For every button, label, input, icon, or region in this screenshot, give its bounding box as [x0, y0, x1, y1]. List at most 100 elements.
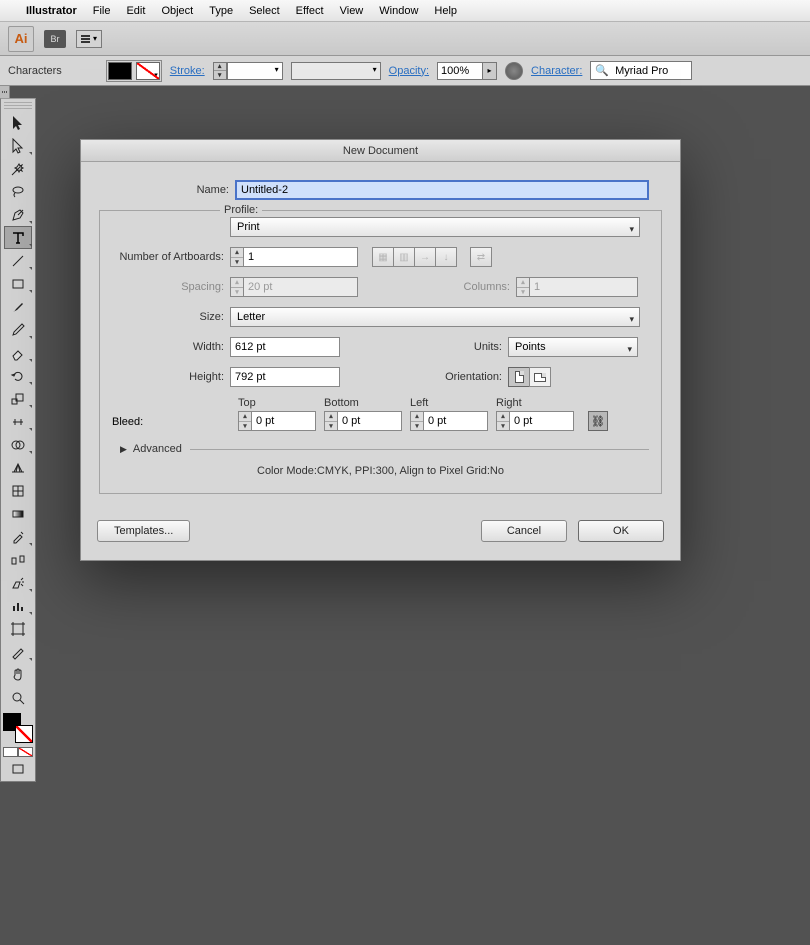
fill-stroke-control[interactable]: [3, 713, 33, 743]
stroke-swatch[interactable]: ▾: [136, 62, 160, 80]
width-label: Width:: [112, 341, 230, 353]
scale-tool[interactable]: [4, 387, 32, 410]
menu-help[interactable]: Help: [434, 5, 457, 17]
symbol-sprayer-tool[interactable]: [4, 571, 32, 594]
app-header: Ai Br: [0, 22, 810, 56]
fill-swatch[interactable]: ▾: [108, 62, 132, 80]
bleed-bottom-label: Bottom: [324, 397, 402, 409]
blend-tool[interactable]: [4, 548, 32, 571]
bleed-label: Bleed:: [112, 416, 230, 431]
units-dropdown[interactable]: Points: [508, 337, 638, 357]
font-family-field[interactable]: 🔍: [590, 61, 692, 80]
control-bar: Characters ▾ ▾ Stroke: ▴▾ ▾ ▾ Opacity: ▸…: [0, 56, 810, 86]
bleed-bottom-field[interactable]: [338, 411, 402, 431]
zoom-tool[interactable]: [4, 686, 32, 709]
fill-swatch-group[interactable]: ▾ ▾: [106, 60, 162, 82]
disclosure-triangle-icon: ▶: [120, 444, 127, 455]
menu-object[interactable]: Object: [161, 5, 193, 17]
magic-wand-tool[interactable]: [4, 157, 32, 180]
spacing-field: [244, 277, 358, 297]
artboards-stepper[interactable]: ▴▾: [230, 247, 358, 267]
menu-select[interactable]: Select: [249, 5, 280, 17]
color-mode-row[interactable]: [3, 747, 33, 759]
tools-grip[interactable]: [4, 101, 32, 109]
advanced-disclosure[interactable]: ▶ Advanced: [120, 443, 649, 455]
bleed-bottom-stepper[interactable]: ▴▾: [324, 411, 402, 431]
rotate-tool[interactable]: [4, 364, 32, 387]
orientation-landscape-button[interactable]: [529, 367, 551, 387]
hand-tool[interactable]: [4, 663, 32, 686]
panel-collapse-grip[interactable]: [0, 86, 10, 98]
direct-selection-tool[interactable]: [4, 134, 32, 157]
columns-stepper: ▴▾: [516, 277, 638, 297]
eraser-tool[interactable]: [4, 341, 32, 364]
new-document-dialog: New Document Name: Profile: Print Number…: [80, 139, 681, 561]
cancel-button[interactable]: Cancel: [481, 520, 567, 542]
menu-window[interactable]: Window: [379, 5, 418, 17]
bleed-right-field[interactable]: [510, 411, 574, 431]
column-graph-tool[interactable]: [4, 594, 32, 617]
search-icon: 🔍: [591, 64, 613, 77]
height-field[interactable]: [230, 367, 340, 387]
spacing-stepper: ▴▾: [230, 277, 358, 297]
brush-definition-dropdown[interactable]: ▾: [291, 62, 381, 80]
menu-type[interactable]: Type: [209, 5, 233, 17]
size-label: Size:: [112, 311, 230, 323]
ok-button[interactable]: OK: [578, 520, 664, 542]
bleed-top-field[interactable]: [252, 411, 316, 431]
opacity-panel-link[interactable]: Opacity:: [389, 65, 429, 77]
bleed-top-stepper[interactable]: ▴▾: [238, 411, 316, 431]
type-tool[interactable]: [4, 226, 32, 249]
pencil-tool[interactable]: [4, 318, 32, 341]
menu-file[interactable]: File: [93, 5, 111, 17]
bleed-right-stepper[interactable]: ▴▾: [496, 411, 574, 431]
opacity-field[interactable]: [437, 62, 483, 80]
bleed-right-label: Right: [496, 397, 574, 409]
width-tool[interactable]: [4, 410, 32, 433]
line-segment-tool[interactable]: [4, 249, 32, 272]
profile-dropdown[interactable]: Print: [230, 217, 640, 237]
templates-button[interactable]: Templates...: [97, 520, 190, 542]
width-field[interactable]: [230, 337, 340, 357]
rectangle-tool[interactable]: [4, 272, 32, 295]
arrange-rtl-icon: ⇄: [470, 247, 492, 267]
pen-tool[interactable]: [4, 203, 32, 226]
arrange-documents-button[interactable]: [76, 30, 102, 48]
perspective-grid-tool[interactable]: [4, 456, 32, 479]
slice-tool[interactable]: [4, 640, 32, 663]
mesh-tool[interactable]: [4, 479, 32, 502]
name-field[interactable]: [235, 180, 649, 200]
bleed-left-stepper[interactable]: ▴▾: [410, 411, 488, 431]
stroke-weight-field[interactable]: ▾: [227, 62, 283, 80]
selection-tool[interactable]: [4, 111, 32, 134]
screen-mode-button[interactable]: [4, 759, 32, 782]
stroke-weight-stepper[interactable]: ▴▾: [213, 62, 227, 80]
stroke-color-box[interactable]: [15, 725, 33, 743]
document-settings-fieldset: Profile: Print Number of Artboards: ▴▾ ▦…: [99, 210, 662, 494]
stroke-panel-link[interactable]: Stroke:: [170, 65, 205, 77]
menu-view[interactable]: View: [340, 5, 364, 17]
eyedropper-tool[interactable]: [4, 525, 32, 548]
lasso-tool[interactable]: [4, 180, 32, 203]
orientation-portrait-button[interactable]: [508, 367, 530, 387]
opacity-dropdown-icon[interactable]: ▸: [483, 62, 497, 80]
menu-edit[interactable]: Edit: [126, 5, 145, 17]
size-dropdown[interactable]: Letter: [230, 307, 640, 327]
app-name[interactable]: Illustrator: [26, 5, 77, 17]
bleed-left-field[interactable]: [424, 411, 488, 431]
menu-effect[interactable]: Effect: [296, 5, 324, 17]
spacing-label: Spacing:: [112, 281, 230, 293]
paintbrush-tool[interactable]: [4, 295, 32, 318]
character-panel-link[interactable]: Character:: [531, 65, 582, 77]
font-family-input[interactable]: [613, 63, 691, 79]
recolor-artwork-icon[interactable]: [505, 62, 523, 80]
artboard-tool[interactable]: [4, 617, 32, 640]
shape-builder-tool[interactable]: [4, 433, 32, 456]
artboards-field[interactable]: [244, 247, 358, 267]
gradient-tool[interactable]: [4, 502, 32, 525]
arrange-row-icon: →: [414, 247, 436, 267]
grid-by-row-icon: ▦: [372, 247, 394, 267]
advanced-label: Advanced: [133, 443, 182, 455]
bleed-link-icon[interactable]: ⛓: [588, 411, 608, 431]
bridge-badge[interactable]: Br: [44, 30, 66, 48]
